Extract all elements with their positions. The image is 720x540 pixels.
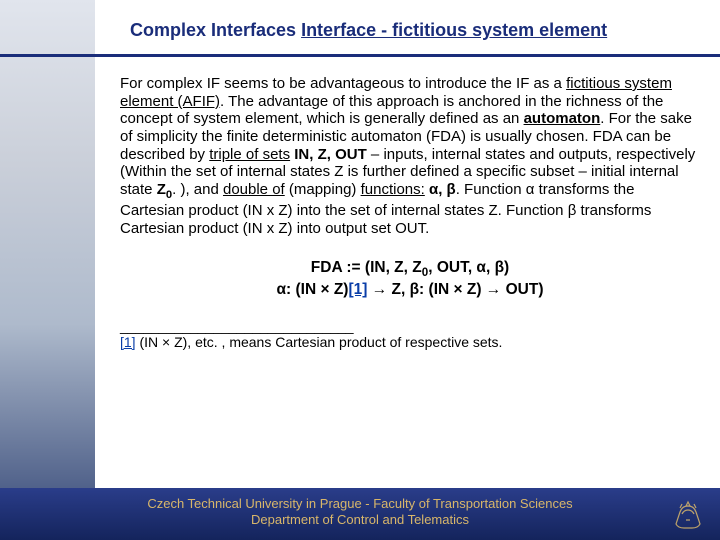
- text-run: . ), and: [172, 181, 223, 198]
- slide: Complex Interfaces Interface - fictitiou…: [0, 0, 720, 540]
- formula-line-2: α: (IN × Z)[1] → Z, β: (IN × Z) → OUT): [120, 280, 700, 300]
- text-run-bold-underline: automaton: [524, 110, 601, 127]
- text-run-underline: triple of sets: [209, 146, 290, 163]
- footnote-ref-link[interactable]: [1]: [348, 281, 367, 298]
- text-run-bold: IN, Z, OUT: [290, 146, 367, 163]
- main-paragraph: For complex IF seems to be advantageous …: [120, 75, 700, 238]
- title-underlined: Interface - fictitious system element: [301, 20, 607, 40]
- footer-line-2: Department of Control and Telematics: [251, 512, 469, 528]
- title-prefix: Complex Interfaces: [130, 20, 301, 40]
- footnote: [1] (IN × Z), etc. , means Cartesian pro…: [120, 334, 700, 351]
- footnote-anchor[interactable]: [1]: [120, 334, 136, 350]
- formula-text: FDA := (IN, Z, Z: [311, 259, 422, 276]
- lion-logo-icon: [668, 494, 708, 534]
- formula-line-1: FDA := (IN, Z, Z0, OUT, α, β): [120, 258, 700, 280]
- text-run-bold: Z: [157, 181, 166, 198]
- formula-block: FDA := (IN, Z, Z0, OUT, α, β) α: (IN × Z…: [120, 258, 700, 300]
- text-run: For complex IF seems to be advantageous …: [120, 75, 566, 92]
- title-underline: [0, 54, 720, 57]
- body-content: For complex IF seems to be advantageous …: [120, 75, 700, 475]
- left-decorative-strip: [0, 0, 95, 540]
- footer: Czech Technical University in Prague - F…: [0, 488, 720, 540]
- formula-text: → Z, β: (IN × Z) → OUT): [367, 281, 543, 298]
- slide-title: Complex Interfaces Interface - fictitiou…: [0, 20, 720, 52]
- text-run-underline: double of: [223, 181, 285, 198]
- footnote-text: (IN × Z), etc. , means Cartesian product…: [136, 334, 503, 350]
- footer-line-1: Czech Technical University in Prague - F…: [147, 496, 572, 512]
- formula-text: , OUT, α, β): [428, 259, 509, 276]
- text-run-underline: functions:: [361, 181, 425, 198]
- text-run: (mapping): [285, 181, 361, 198]
- text-run-bold: α, β: [425, 181, 456, 198]
- footnote-separator: ______________________________: [120, 318, 700, 334]
- formula-text: α: (IN × Z): [277, 281, 349, 298]
